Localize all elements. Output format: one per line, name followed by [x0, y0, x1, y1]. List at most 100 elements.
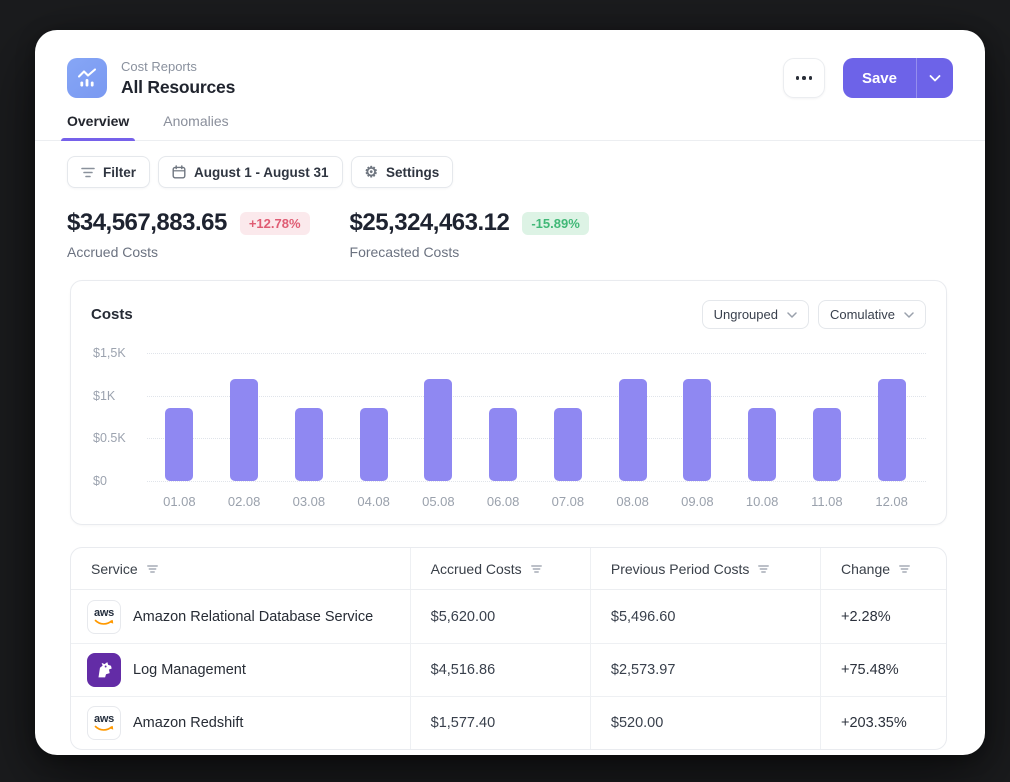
bar-11.08[interactable]: [813, 408, 841, 481]
settings-button[interactable]: ⚙ Settings: [351, 156, 454, 188]
filter-toolbar: Filter August 1 - August 31 ⚙ Settings: [35, 141, 985, 188]
sort-icon: [758, 565, 769, 573]
bar-09.08[interactable]: [683, 379, 711, 481]
x-tick-label: 05.08: [406, 494, 471, 509]
x-tick-label: 08.08: [600, 494, 665, 509]
bar-02.08[interactable]: [230, 379, 258, 481]
forecasted-costs-label: Forecasted Costs: [350, 244, 589, 260]
previous-cost-cell: $2,573.97: [611, 662, 676, 678]
column-header-label: Service: [91, 561, 138, 577]
bars: [147, 353, 924, 481]
grouping-dropdown-value: Ungrouped: [714, 307, 778, 322]
services-table: Service Accrued Costs Previous Period Co…: [70, 547, 947, 750]
accrued-costs-metric: $34,567,883.65 +12.78% Accrued Costs: [67, 209, 310, 260]
bar-chart: $1,5K$1K$0.5K$0: [91, 353, 926, 481]
date-range-button[interactable]: August 1 - August 31: [158, 156, 343, 188]
bar-column: [147, 353, 212, 481]
bar-05.08[interactable]: [424, 379, 452, 481]
bar-10.08[interactable]: [748, 408, 776, 481]
accrued-costs-change-badge: +12.78%: [240, 212, 310, 235]
bar-06.08[interactable]: [489, 408, 517, 481]
y-tick-label: $0.5K: [93, 431, 130, 445]
x-tick-label: 11.08: [795, 494, 860, 509]
aws-icon: aws: [87, 706, 121, 740]
tab-anomalies[interactable]: Anomalies: [163, 113, 228, 140]
previous-cost-cell: $520.00: [611, 715, 663, 731]
filter-lines-icon: [81, 167, 95, 178]
page-title: All Resources: [121, 77, 235, 98]
bar-column: [471, 353, 536, 481]
sort-icon: [531, 565, 542, 573]
accrued-cost-cell: $1,577.40: [431, 715, 496, 731]
tab-bar: Overview Anomalies: [35, 113, 985, 141]
column-header-accrued[interactable]: Accrued Costs: [410, 548, 590, 589]
chevron-down-icon: [787, 312, 797, 318]
costs-chart-card: Costs Ungrouped Comulative $1,5K$1K$0.5K…: [70, 280, 947, 525]
column-header-change[interactable]: Change: [820, 548, 946, 589]
filter-button[interactable]: Filter: [67, 156, 150, 188]
accrued-cost-cell: $4,516.86: [431, 662, 496, 678]
table-row[interactable]: aws Amazon Relational Database Service $…: [71, 590, 946, 643]
x-tick-label: 04.08: [341, 494, 406, 509]
save-button[interactable]: Save: [843, 58, 916, 98]
bar-01.08[interactable]: [165, 408, 193, 481]
column-header-label: Change: [841, 561, 890, 577]
service-name: Log Management: [133, 662, 246, 678]
grouping-dropdown[interactable]: Ungrouped: [702, 300, 809, 329]
column-header-previous[interactable]: Previous Period Costs: [590, 548, 820, 589]
bar-08.08[interactable]: [619, 379, 647, 481]
chart-trend-icon: [76, 67, 98, 89]
forecasted-costs-metric: $25,324,463.12 -15.89% Forecasted Costs: [350, 209, 589, 260]
forecasted-costs-change-badge: -15.89%: [522, 212, 588, 235]
more-icon-dot2: [809, 76, 813, 80]
change-cell: +75.48%: [841, 662, 899, 678]
breadcrumb: Cost Reports: [121, 59, 235, 74]
x-tick-label: 03.08: [277, 494, 342, 509]
bar-column: [730, 353, 795, 481]
column-header-label: Previous Period Costs: [611, 561, 750, 577]
datadog-dog-glyph: [93, 659, 115, 681]
more-icon-dot: [802, 76, 806, 80]
service-name: Amazon Relational Database Service: [133, 609, 373, 625]
bar-04.08[interactable]: [360, 408, 388, 481]
y-tick-label: $1K: [93, 389, 119, 403]
tab-overview[interactable]: Overview: [67, 113, 129, 140]
bar-03.08[interactable]: [295, 408, 323, 481]
table-row[interactable]: Log Management $4,516.86 $2,573.97 +75.4…: [71, 643, 946, 696]
sort-icon: [147, 565, 158, 573]
bar-column: [795, 353, 860, 481]
service-name: Amazon Redshift: [133, 715, 243, 731]
bar-12.08[interactable]: [878, 379, 906, 481]
table-row[interactable]: aws Amazon Redshift $1,577.40 $520.00 +2…: [71, 696, 946, 749]
aws-wordmark: aws: [94, 608, 114, 619]
bar-column: [341, 353, 406, 481]
bar-07.08[interactable]: [554, 408, 582, 481]
app-header: Cost Reports All Resources Save: [35, 30, 985, 98]
column-header-service[interactable]: Service: [71, 548, 410, 589]
save-split-button: Save: [843, 58, 953, 98]
aws-smile-arrow: [94, 619, 114, 626]
calendar-icon: [172, 165, 186, 179]
aggregation-dropdown[interactable]: Comulative: [818, 300, 926, 329]
x-tick-label: 10.08: [730, 494, 795, 509]
gear-icon: ⚙: [365, 165, 378, 180]
save-dropdown-toggle[interactable]: [917, 58, 953, 98]
aws-wordmark: aws: [94, 714, 114, 725]
bar-column: [277, 353, 342, 481]
change-cell: +2.28%: [841, 609, 891, 625]
sort-icon: [899, 565, 910, 573]
bar-column: [600, 353, 665, 481]
date-range-label: August 1 - August 31: [194, 165, 329, 180]
chevron-down-icon: [904, 312, 914, 318]
x-tick-label: 07.08: [536, 494, 601, 509]
accrued-costs-label: Accrued Costs: [67, 244, 310, 260]
x-axis-labels: 01.0802.0803.0804.0805.0806.0807.0808.08…: [147, 494, 924, 509]
change-cell: +203.35%: [841, 715, 907, 731]
accrued-cost-cell: $5,620.00: [431, 609, 496, 625]
chevron-down-icon: [929, 75, 941, 82]
x-tick-label: 02.08: [212, 494, 277, 509]
filter-button-label: Filter: [103, 165, 136, 180]
more-actions-button[interactable]: [783, 58, 825, 98]
x-tick-label: 01.08: [147, 494, 212, 509]
bar-column: [406, 353, 471, 481]
